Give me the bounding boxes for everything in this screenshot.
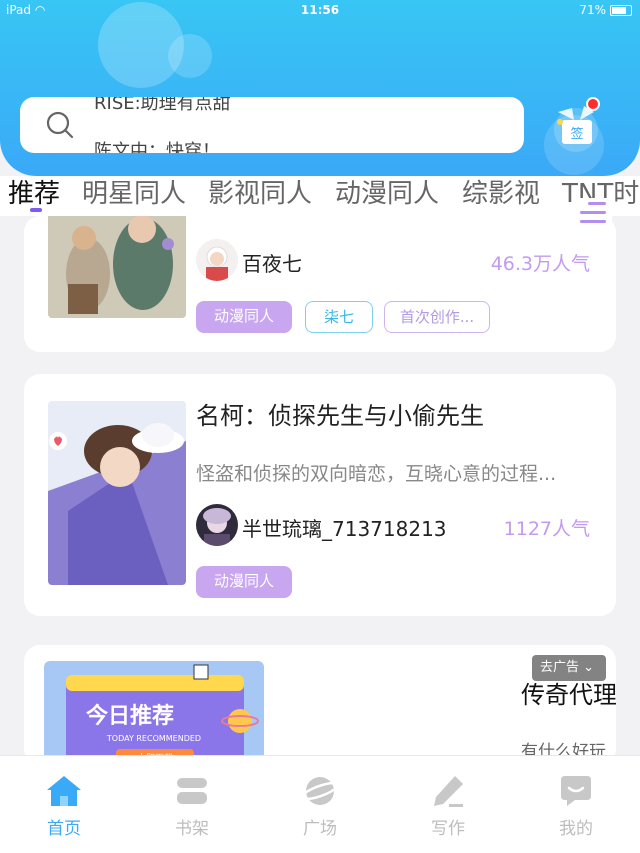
svg-text:TODAY RECOMMENDED: TODAY RECOMMENDED	[106, 734, 201, 743]
active-tab-indicator	[30, 208, 42, 212]
author-name[interactable]: 半世琉璃_713718213	[242, 513, 447, 542]
nav-bookshelf[interactable]: 书架	[152, 774, 232, 839]
tag-keyword[interactable]: 首次创作...	[384, 301, 490, 333]
popularity-count: 1127人气	[503, 518, 590, 540]
tab-film-fanfic[interactable]: 影视同人	[208, 176, 312, 212]
author-name[interactable]: 百夜七	[242, 248, 302, 277]
svg-text:今日推荐: 今日推荐	[86, 703, 174, 729]
tag-genre[interactable]: 动漫同人	[196, 301, 292, 333]
author-avatar[interactable]	[196, 239, 238, 281]
status-bar: iPad ◠ 11:56 71%	[0, 0, 640, 20]
profile-chat-icon	[561, 776, 591, 806]
status-time: 11:56	[300, 3, 340, 17]
search-icon[interactable]	[46, 111, 74, 139]
ad-title[interactable]: 传奇代理	[521, 675, 616, 710]
author-avatar[interactable]	[196, 504, 238, 546]
square-planet-icon	[301, 777, 339, 805]
tag-keyword[interactable]: 柒七	[305, 301, 373, 333]
ad-banner-image[interactable]: 今日推荐 TODAY RECOMMENDED 立即下载	[44, 661, 264, 765]
tab-variety-film[interactable]: 综影视	[462, 176, 540, 212]
search-bar[interactable]: RISE:助理有点甜 陈文中：快穿！	[20, 97, 524, 153]
popularity-count: 46.3万人气	[490, 253, 590, 275]
nav-profile[interactable]: 我的	[536, 774, 616, 839]
notification-dot	[586, 97, 600, 111]
chevron-down-icon: ⌄	[583, 660, 595, 675]
category-menu-button[interactable]	[578, 198, 612, 232]
battery-icon	[610, 5, 632, 16]
battery-percent: 71%	[579, 3, 606, 17]
story-cover[interactable]	[48, 216, 186, 318]
decor-bubble	[168, 34, 212, 78]
bottom-navigation: 首页 书架 广场 写作 我的	[0, 755, 640, 853]
ad-card[interactable]: 今日推荐 TODAY RECOMMENDED 立即下载 去广告 ⌄ 传奇代理 有…	[24, 645, 616, 765]
search-suggestion-roll[interactable]: RISE:助理有点甜 陈文中：快穿！	[94, 97, 514, 153]
nav-square[interactable]: 广场	[280, 774, 360, 839]
tag-genre[interactable]: 动漫同人	[196, 566, 292, 598]
story-cover[interactable]	[48, 401, 186, 585]
story-title[interactable]: 名柯：侦探先生与小偷先生	[196, 396, 484, 431]
category-tabs: 推荐 明星同人 影视同人 动漫同人 综影视 TNT时	[0, 176, 640, 216]
home-icon	[47, 776, 81, 806]
bookshelf-icon	[177, 778, 207, 804]
search-suggestion: RISE:助理有点甜	[94, 97, 231, 114]
tab-anime-fanfic[interactable]: 动漫同人	[335, 176, 439, 212]
pen-icon	[434, 776, 463, 807]
tab-recommend[interactable]: 推荐	[8, 176, 60, 212]
story-card[interactable]: 百夜七 46.3万人气 动漫同人 柒七 首次创作...	[24, 216, 616, 352]
story-card[interactable]: 名柯：侦探先生与小偷先生 怪盗和侦探的双向暗恋，互晓心意的过程... 半世琉璃_…	[24, 374, 616, 616]
svg-text:签: 签	[570, 126, 583, 142]
nav-write[interactable]: 写作	[408, 774, 488, 839]
search-suggestion: 陈文中：快穿！	[94, 141, 220, 153]
tab-celebrity-fanfic[interactable]: 明星同人	[82, 176, 186, 212]
nav-home[interactable]: 首页	[24, 774, 104, 839]
story-description: 怪盗和侦探的双向暗恋，互晓心意的过程...	[196, 463, 557, 485]
